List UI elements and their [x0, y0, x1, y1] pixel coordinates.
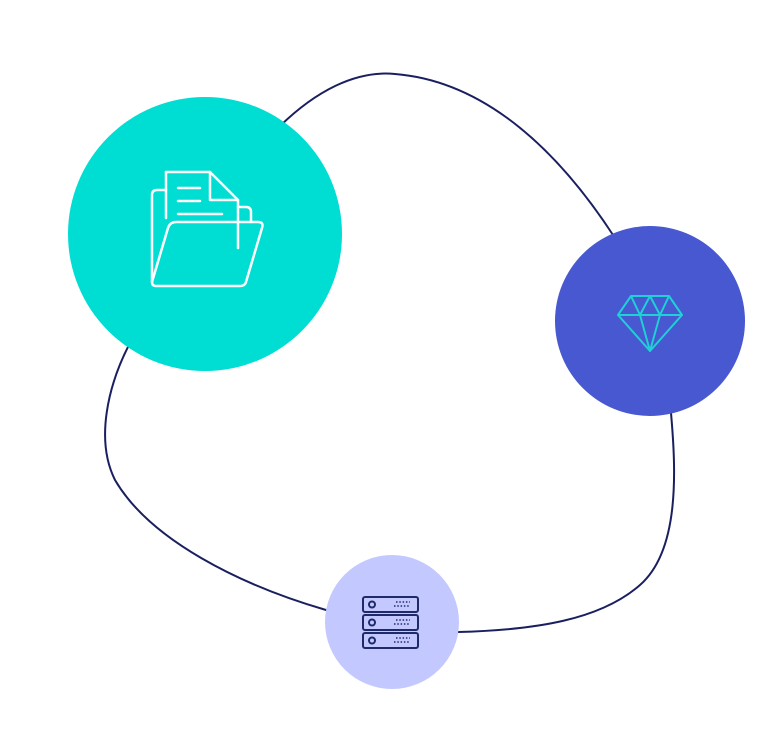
- premium-node-circle: [555, 226, 745, 416]
- node-premium: [555, 226, 745, 416]
- node-documents: [68, 97, 342, 371]
- node-servers: [325, 555, 459, 689]
- diagram-canvas: [68, 72, 745, 689]
- documents-node-circle: [68, 97, 342, 371]
- servers-node-circle: [325, 555, 459, 689]
